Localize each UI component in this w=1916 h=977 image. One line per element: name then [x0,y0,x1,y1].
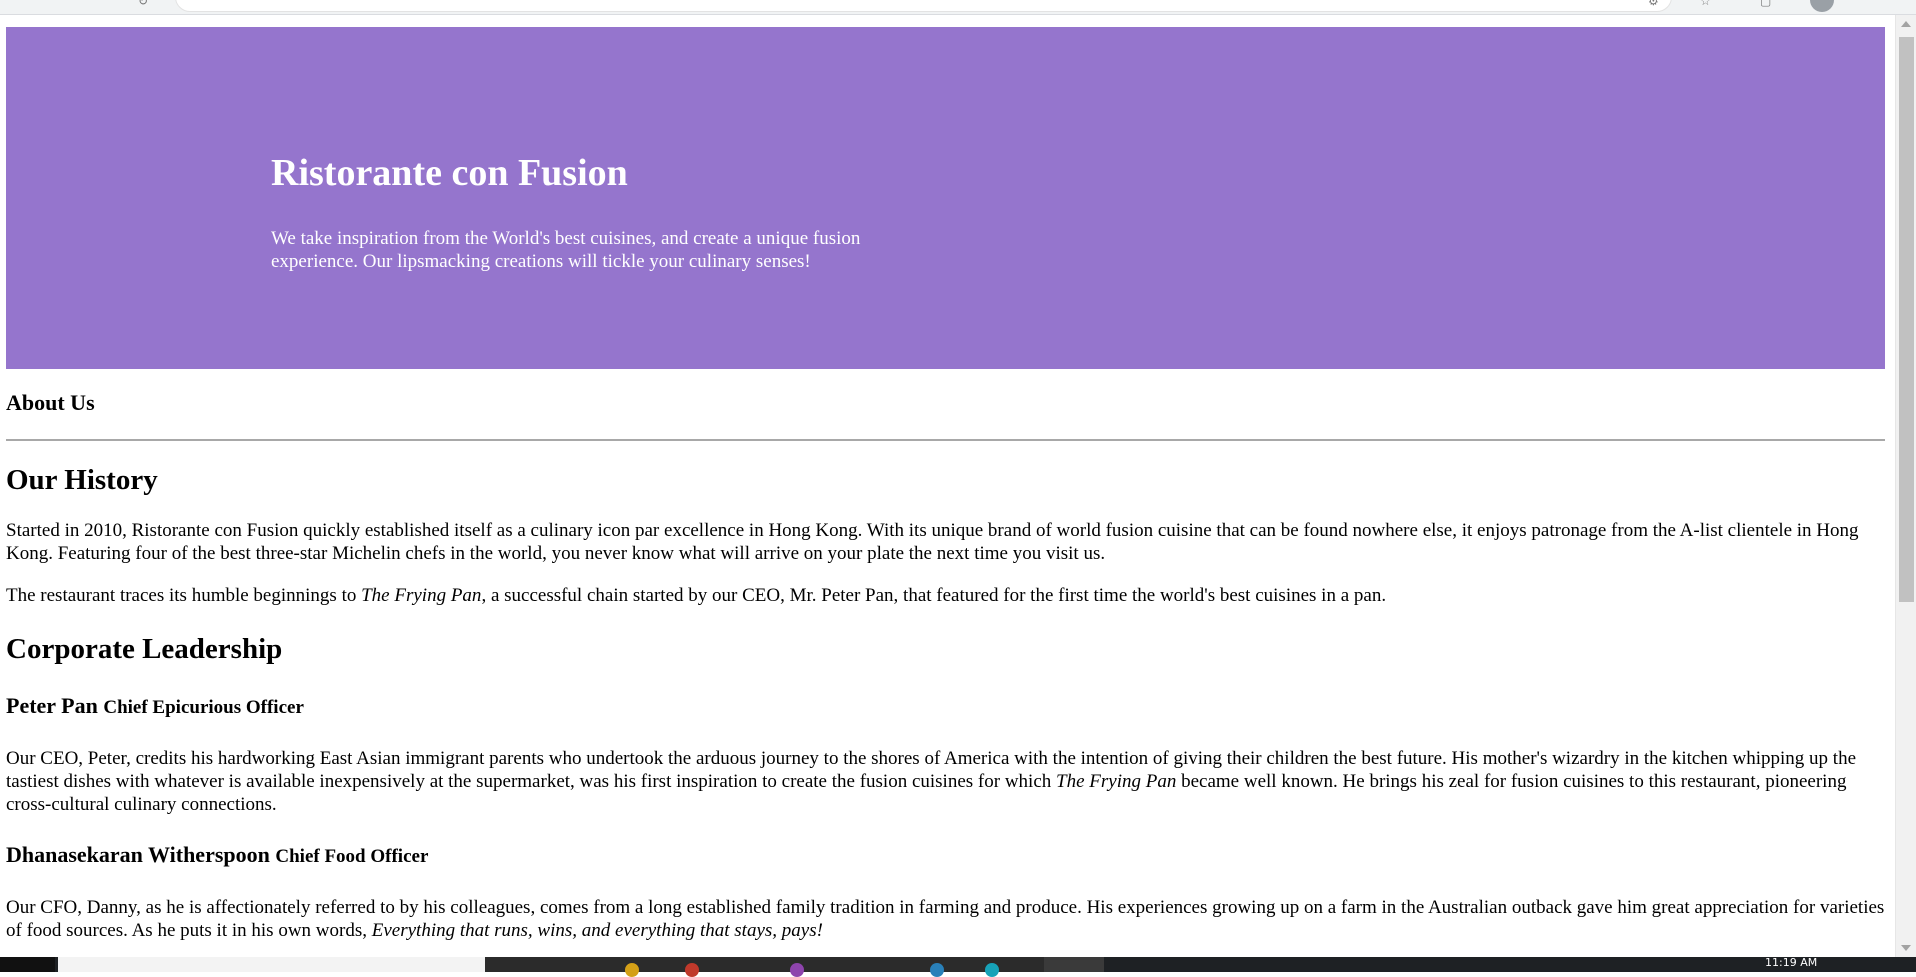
active-app[interactable] [1044,957,1104,972]
vscode-icon[interactable] [930,963,944,977]
scroll-up-icon[interactable] [1901,21,1911,27]
app-icon[interactable] [985,963,999,977]
bookmark-icon[interactable]: ☆ [1700,0,1714,8]
leader-bio-dhanasekaran: Our CFO, Danny, as he is affectionately … [6,897,1885,941]
about-heading: About Us [6,390,95,415]
leadership-heading: Corporate Leadership [6,633,283,665]
taskbar-search[interactable] [58,957,485,972]
history-paragraph-1: Started in 2010, Ristorante con Fusion q… [6,520,1859,564]
leader-role: Chief Food Officer [275,846,429,867]
jumbotron: Ristorante con Fusion We take inspiratio… [6,27,1885,369]
app-icon[interactable] [790,963,804,977]
extension-icon[interactable]: ⚙ [1648,0,1662,8]
window-icon[interactable]: ▢ [1760,0,1774,8]
scrollbar-thumb[interactable] [1899,37,1914,602]
history-heading: Our History [6,464,158,496]
app-icon[interactable] [685,963,699,977]
taskbar-apps [485,957,1045,977]
taskbar: 11:19 AM [0,956,1916,977]
taskbar-clock: 11:19 AM [1765,956,1818,969]
leader-role: Chief Epicurious Officer [103,697,304,718]
divider [6,439,1885,441]
web-page: Ristorante con Fusion We take inspiratio… [0,15,1895,957]
reload-icon[interactable]: ↻ [138,0,152,8]
restaurant-title: Ristorante con Fusion [271,152,628,194]
frying-pan-emphasis: The Frying Pan [361,585,482,606]
leader-bio-peter: Our CEO, Peter, credits his hardworking … [6,748,1857,815]
history-paragraph-2: The restaurant traces its humble beginni… [6,585,1387,606]
folder-icon[interactable] [625,963,639,977]
restaurant-tagline: We take inspiration from the World's bes… [271,228,861,272]
leader-name-dhanasekaran: Dhanasekaran Witherspoon Chief Food Offi… [6,842,429,867]
leader-name-peter: Peter Pan Chief Epicurious Officer [6,693,304,718]
scroll-down-icon[interactable] [1901,945,1911,951]
address-bar[interactable] [175,0,1672,12]
about-content: About Us Our History Started in 2010, Ri… [6,391,1885,957]
start-button[interactable] [0,957,55,972]
profile-avatar[interactable] [1810,0,1834,12]
vertical-scrollbar[interactable] [1895,15,1916,957]
browser-toolbar: ↻ ⚙ ☆ ▢ [0,0,1916,15]
